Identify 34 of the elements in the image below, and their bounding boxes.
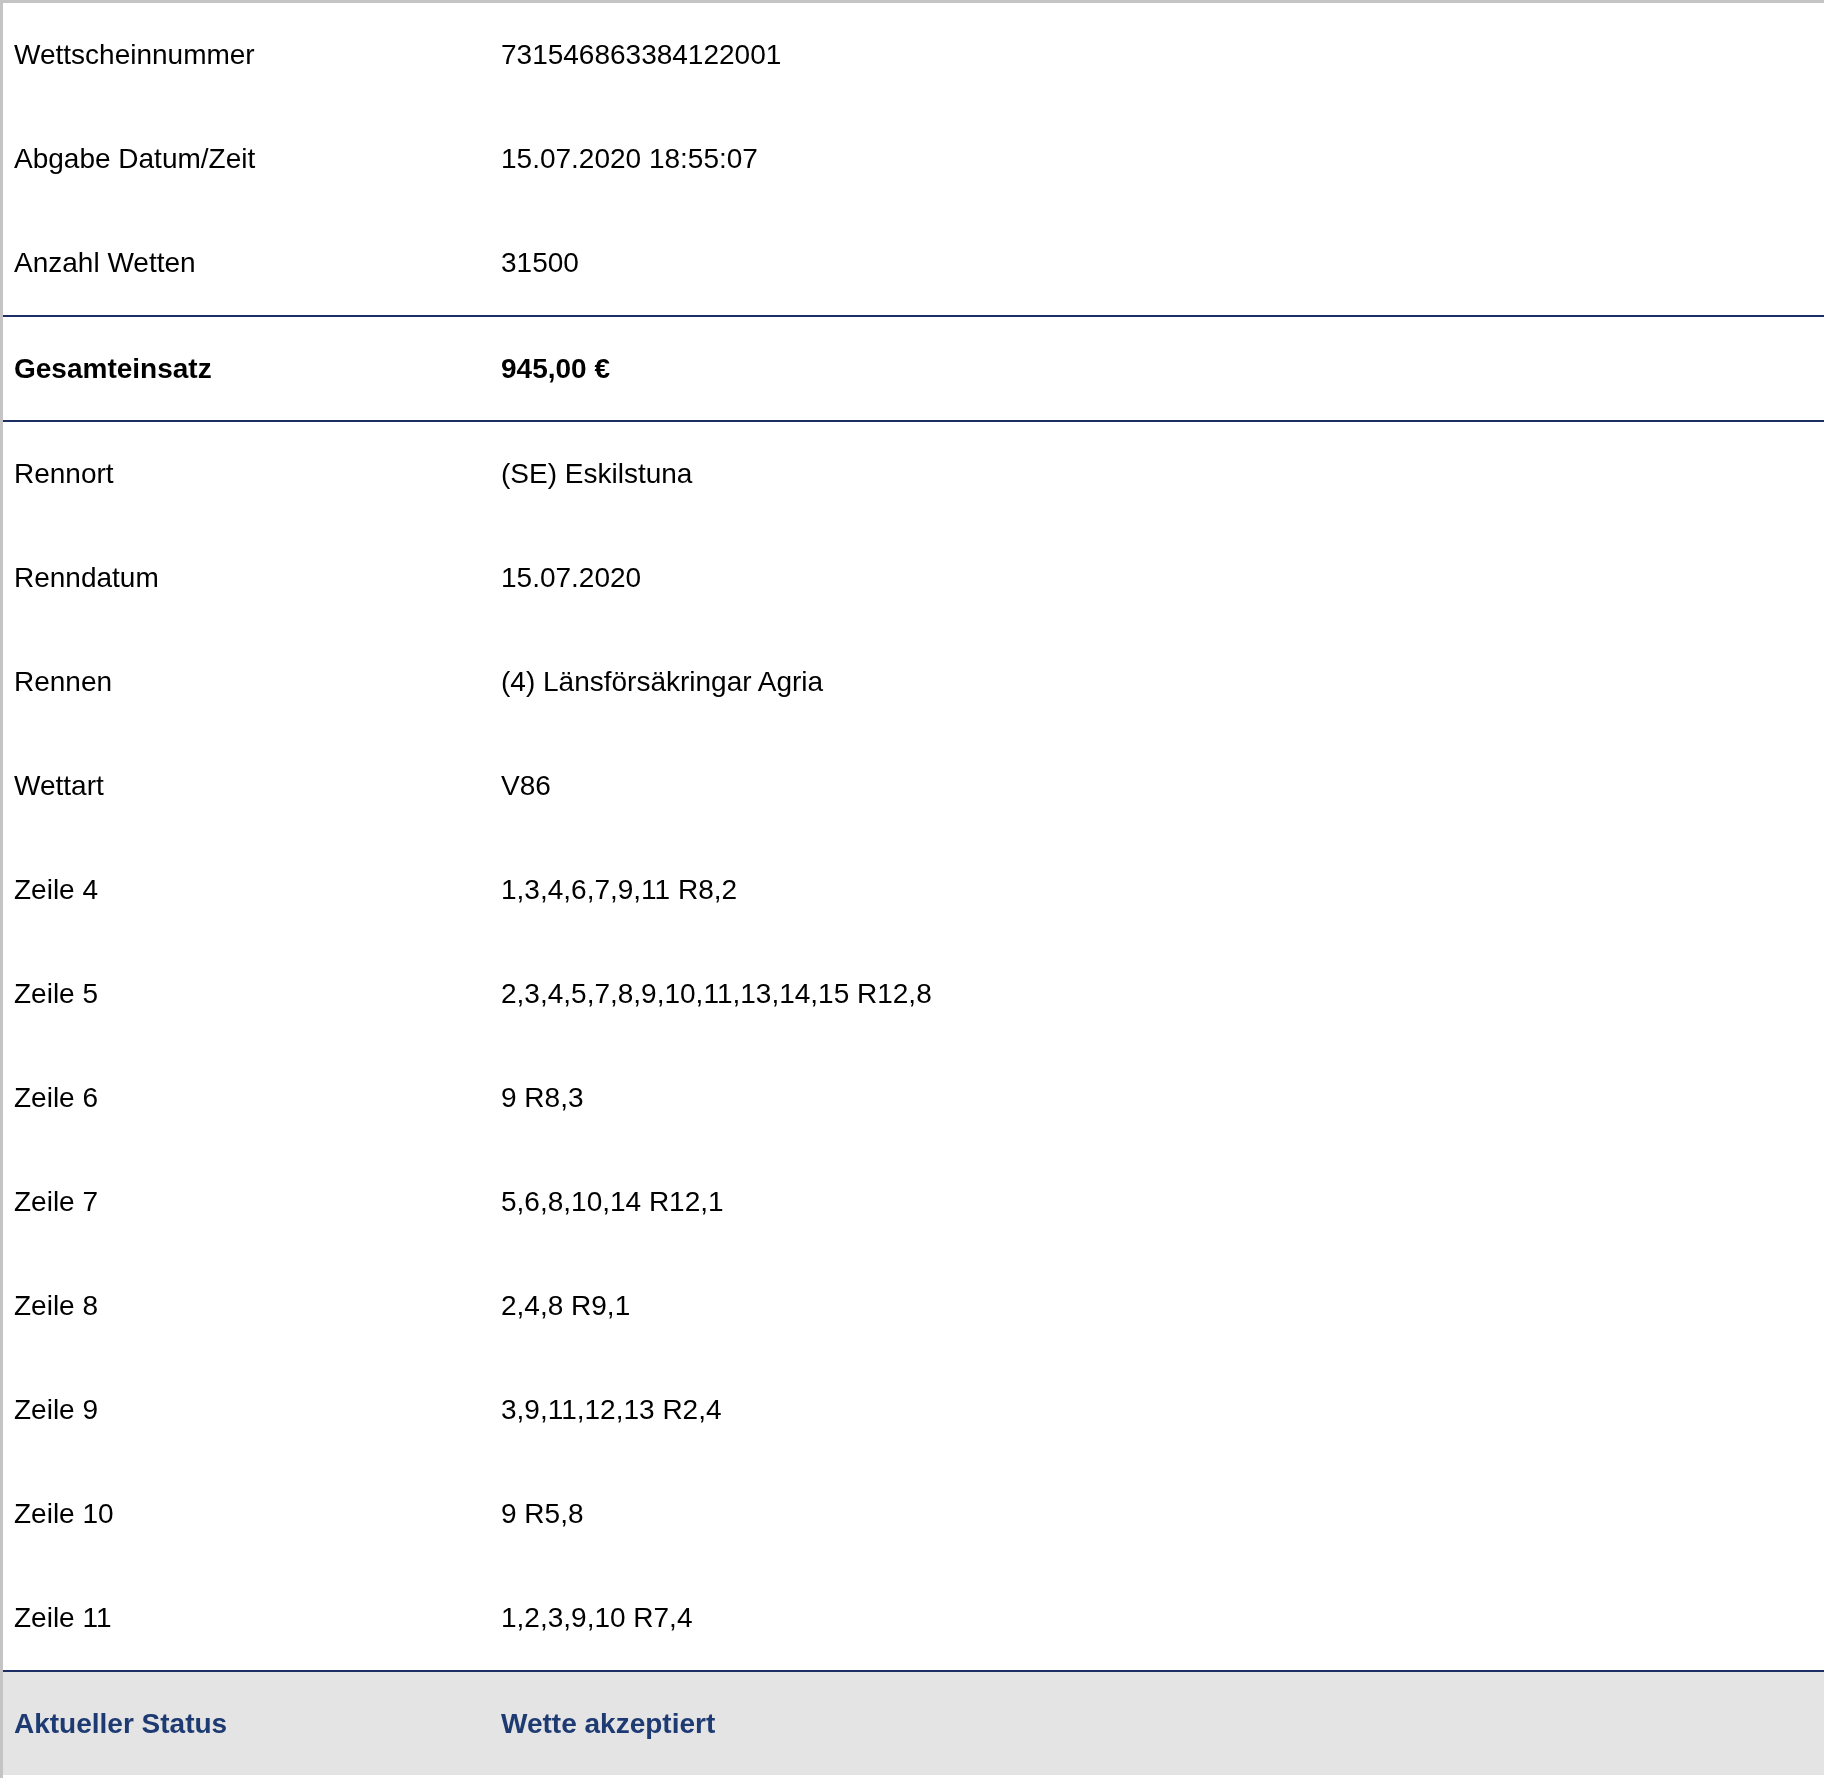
field-value: 31500: [501, 246, 579, 280]
field-label: Zeile 7: [13, 1185, 100, 1219]
field-label: Zeile 10: [13, 1497, 115, 1531]
field-value: (4) Länsförsäkringar Agria: [501, 665, 824, 699]
field-label: Anzahl Wetten: [13, 246, 197, 280]
field-label: Zeile 9: [13, 1393, 100, 1427]
field-label: Wettscheinnummer: [13, 38, 256, 72]
field-value: Wette akzeptiert: [501, 1706, 716, 1741]
field-value: 2,4,8 R9,1: [501, 1289, 631, 1323]
field-value: 5,6,8,10,14 R12,1: [501, 1185, 724, 1219]
field-label: Rennort: [13, 457, 115, 491]
field-value: 1,3,4,6,7,9,11 R8,2: [501, 873, 738, 907]
field-label: Zeile 11: [13, 1601, 113, 1635]
field-value: 15.07.2020: [501, 561, 642, 595]
field-value: 2,3,4,5,7,8,9,10,11,13,14,15 R12,8: [501, 977, 932, 1011]
field-value: V86: [501, 769, 551, 803]
field-value: 9 R5,8: [501, 1497, 584, 1531]
field-value: 3,9,11,12,13 R2,4: [501, 1393, 722, 1427]
field-label: Zeile 8: [13, 1289, 100, 1323]
field-label: Abgabe Datum/Zeit: [13, 142, 257, 176]
field-label: Renndatum: [13, 561, 160, 595]
field-value: 15.07.2020 18:55:07: [501, 142, 758, 176]
field-label: Aktueller Status: [13, 1706, 229, 1741]
field-label: Zeile 4: [13, 873, 100, 907]
field-value: 731546863384122001: [501, 38, 782, 72]
field-label: Wettart: [13, 769, 105, 803]
field-value: 1,2,3,9,10 R7,4: [501, 1601, 693, 1635]
field-label: Gesamteinsatz: [13, 351, 213, 386]
field-label: Rennen: [13, 665, 114, 699]
field-label: Zeile 6: [13, 1081, 100, 1115]
field-value: 9 R8,3: [501, 1081, 584, 1115]
field-label: Zeile 5: [13, 977, 100, 1011]
field-value: (SE) Eskilstuna: [501, 457, 693, 491]
field-value: 945,00 €: [501, 351, 610, 386]
